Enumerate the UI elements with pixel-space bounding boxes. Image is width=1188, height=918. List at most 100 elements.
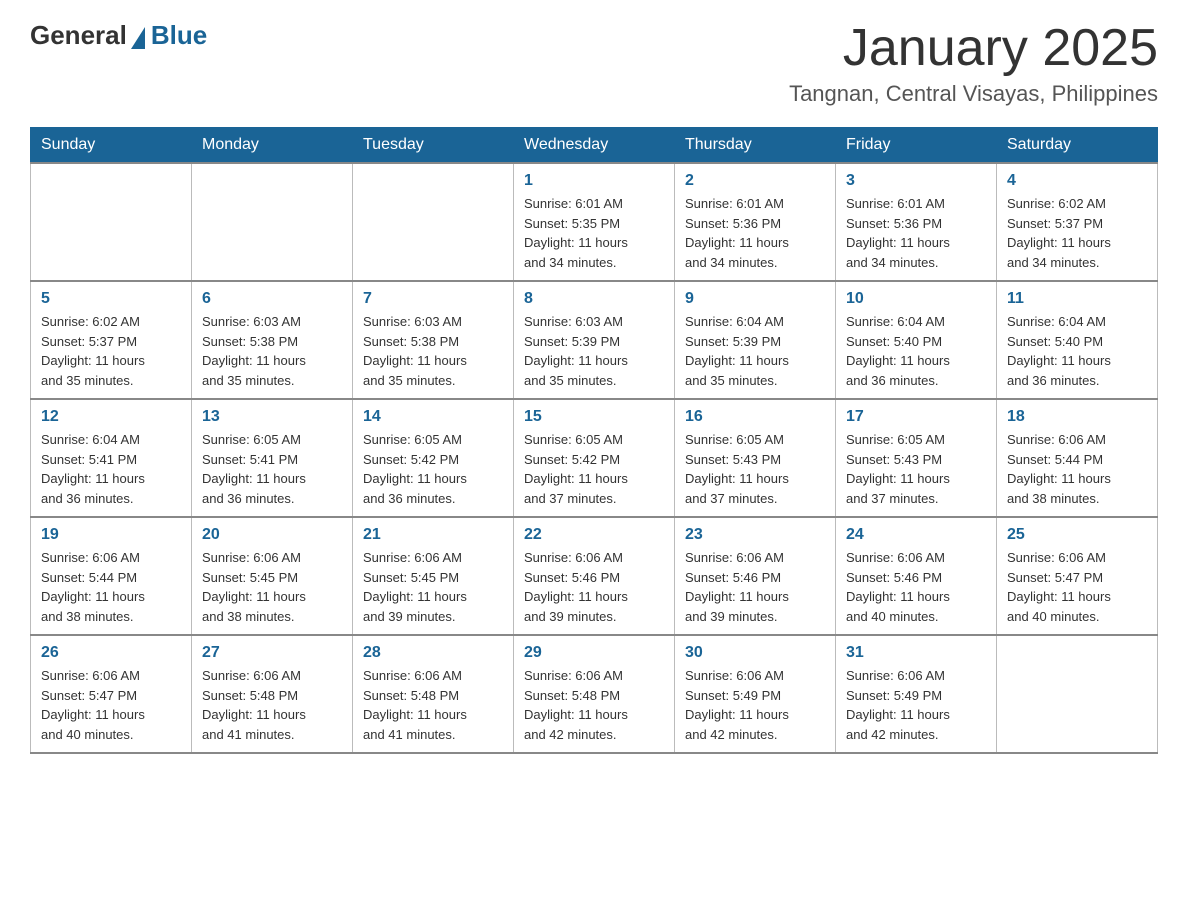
col-header-monday: Monday — [192, 128, 353, 164]
calendar-cell: 22 Sunrise: 6:06 AM Sunset: 5:46 PM Dayli… — [514, 517, 675, 635]
calendar-cell — [997, 635, 1158, 753]
calendar-cell: 3 Sunrise: 6:01 AM Sunset: 5:36 PM Daylig… — [836, 163, 997, 281]
day-info: Sunrise: 6:05 AM Sunset: 5:42 PM Dayligh… — [363, 430, 503, 508]
day-info: Sunrise: 6:05 AM Sunset: 5:41 PM Dayligh… — [202, 430, 342, 508]
day-number: 4 — [1007, 172, 1147, 190]
day-info: Sunrise: 6:01 AM Sunset: 5:36 PM Dayligh… — [685, 194, 825, 272]
col-header-friday: Friday — [836, 128, 997, 164]
week-row-5: 26Sunrise: 6:06 AM Sunset: 5:47 PM Dayli… — [31, 635, 1158, 753]
day-number: 21 — [363, 526, 503, 544]
title-block: January 2025 Tangnan, Central Visayas, P… — [789, 20, 1158, 107]
day-info: Sunrise: 6:06 AM Sunset: 5:46 PM Dayligh… — [846, 548, 986, 626]
day-number: 28 — [363, 644, 503, 662]
day-number: 15 — [524, 408, 664, 426]
day-number: 23 — [685, 526, 825, 544]
week-row-3: 12 Sunrise: 6:04 AM Sunset: 5:41 PM Dayli… — [31, 399, 1158, 517]
calendar-cell: 20 Sunrise: 6:06 AM Sunset: 5:45 PM Dayli… — [192, 517, 353, 635]
calendar-cell: 15 Sunrise: 6:05 AM Sunset: 5:42 PM Dayli… — [514, 399, 675, 517]
col-header-tuesday: Tuesday — [353, 128, 514, 164]
day-info: Sunrise: 6:06 AM Sunset: 5:48 PM Dayligh… — [524, 666, 664, 744]
day-number: 22 — [524, 526, 664, 544]
calendar-cell: 17Sunrise: 6:05 AM Sunset: 5:43 PM Dayli… — [836, 399, 997, 517]
calendar-cell: 5 Sunrise: 6:02 AM Sunset: 5:37 PM Daylig… — [31, 281, 192, 399]
day-info: Sunrise: 6:04 AM Sunset: 5:39 PM Dayligh… — [685, 312, 825, 390]
day-number: 20 — [202, 526, 342, 544]
day-info: Sunrise: 6:03 AM Sunset: 5:38 PM Dayligh… — [363, 312, 503, 390]
day-number: 13 — [202, 408, 342, 426]
day-number: 25 — [1007, 526, 1147, 544]
day-number: 8 — [524, 290, 664, 308]
day-number: 1 — [524, 172, 664, 190]
week-row-4: 19 Sunrise: 6:06 AM Sunset: 5:44 PM Dayli… — [31, 517, 1158, 635]
day-info: Sunrise: 6:01 AM Sunset: 5:35 PM Dayligh… — [524, 194, 664, 272]
day-number: 29 — [524, 644, 664, 662]
day-info: Sunrise: 6:06 AM Sunset: 5:47 PM Dayligh… — [1007, 548, 1147, 626]
calendar-cell: 14 Sunrise: 6:05 AM Sunset: 5:42 PM Dayli… — [353, 399, 514, 517]
logo: General Blue — [30, 20, 207, 51]
calendar-cell: 21 Sunrise: 6:06 AM Sunset: 5:45 PM Dayli… — [353, 517, 514, 635]
calendar-cell: 16 Sunrise: 6:05 AM Sunset: 5:43 PM Dayli… — [675, 399, 836, 517]
calendar-cell: 4 Sunrise: 6:02 AM Sunset: 5:37 PM Daylig… — [997, 163, 1158, 281]
day-number: 16 — [685, 408, 825, 426]
col-header-wednesday: Wednesday — [514, 128, 675, 164]
day-number: 30 — [685, 644, 825, 662]
week-row-1: 1 Sunrise: 6:01 AM Sunset: 5:35 PM Daylig… — [31, 163, 1158, 281]
day-info: Sunrise: 6:02 AM Sunset: 5:37 PM Dayligh… — [1007, 194, 1147, 272]
calendar-cell: 28Sunrise: 6:06 AM Sunset: 5:48 PM Dayli… — [353, 635, 514, 753]
calendar-table: SundayMondayTuesdayWednesdayThursdayFrid… — [30, 127, 1158, 754]
day-info: Sunrise: 6:06 AM Sunset: 5:45 PM Dayligh… — [363, 548, 503, 626]
day-info: Sunrise: 6:06 AM Sunset: 5:46 PM Dayligh… — [524, 548, 664, 626]
day-info: Sunrise: 6:05 AM Sunset: 5:42 PM Dayligh… — [524, 430, 664, 508]
calendar-cell: 8Sunrise: 6:03 AM Sunset: 5:39 PM Daylig… — [514, 281, 675, 399]
logo-blue-text: Blue — [151, 20, 207, 51]
day-number: 6 — [202, 290, 342, 308]
day-info: Sunrise: 6:03 AM Sunset: 5:38 PM Dayligh… — [202, 312, 342, 390]
day-number: 7 — [363, 290, 503, 308]
day-info: Sunrise: 6:06 AM Sunset: 5:44 PM Dayligh… — [1007, 430, 1147, 508]
day-number: 31 — [846, 644, 986, 662]
day-number: 17 — [846, 408, 986, 426]
day-number: 10 — [846, 290, 986, 308]
logo-general-text: General — [30, 20, 127, 51]
calendar-cell: 12 Sunrise: 6:04 AM Sunset: 5:41 PM Dayli… — [31, 399, 192, 517]
calendar-cell: 18Sunrise: 6:06 AM Sunset: 5:44 PM Dayli… — [997, 399, 1158, 517]
calendar-cell: 23 Sunrise: 6:06 AM Sunset: 5:46 PM Dayli… — [675, 517, 836, 635]
day-info: Sunrise: 6:06 AM Sunset: 5:45 PM Dayligh… — [202, 548, 342, 626]
calendar-cell: 7 Sunrise: 6:03 AM Sunset: 5:38 PM Daylig… — [353, 281, 514, 399]
day-number: 5 — [41, 290, 181, 308]
calendar-cell: 2Sunrise: 6:01 AM Sunset: 5:36 PM Daylig… — [675, 163, 836, 281]
col-header-thursday: Thursday — [675, 128, 836, 164]
day-info: Sunrise: 6:06 AM Sunset: 5:44 PM Dayligh… — [41, 548, 181, 626]
calendar-cell: 11 Sunrise: 6:04 AM Sunset: 5:40 PM Dayli… — [997, 281, 1158, 399]
day-info: Sunrise: 6:02 AM Sunset: 5:37 PM Dayligh… — [41, 312, 181, 390]
day-number: 14 — [363, 408, 503, 426]
col-header-saturday: Saturday — [997, 128, 1158, 164]
location-title: Tangnan, Central Visayas, Philippines — [789, 81, 1158, 107]
month-title: January 2025 — [789, 20, 1158, 77]
calendar-cell: 6 Sunrise: 6:03 AM Sunset: 5:38 PM Daylig… — [192, 281, 353, 399]
day-number: 3 — [846, 172, 986, 190]
calendar-header-row: SundayMondayTuesdayWednesdayThursdayFrid… — [31, 128, 1158, 164]
day-info: Sunrise: 6:05 AM Sunset: 5:43 PM Dayligh… — [685, 430, 825, 508]
logo-triangle-icon — [131, 27, 145, 49]
day-info: Sunrise: 6:04 AM Sunset: 5:40 PM Dayligh… — [1007, 312, 1147, 390]
day-number: 12 — [41, 408, 181, 426]
day-info: Sunrise: 6:04 AM Sunset: 5:41 PM Dayligh… — [41, 430, 181, 508]
page-header: General Blue January 2025 Tangnan, Centr… — [30, 20, 1158, 107]
day-info: Sunrise: 6:01 AM Sunset: 5:36 PM Dayligh… — [846, 194, 986, 272]
day-info: Sunrise: 6:04 AM Sunset: 5:40 PM Dayligh… — [846, 312, 986, 390]
day-number: 11 — [1007, 290, 1147, 308]
calendar-cell: 9Sunrise: 6:04 AM Sunset: 5:39 PM Daylig… — [675, 281, 836, 399]
calendar-cell: 26Sunrise: 6:06 AM Sunset: 5:47 PM Dayli… — [31, 635, 192, 753]
calendar-cell: 31Sunrise: 6:06 AM Sunset: 5:49 PM Dayli… — [836, 635, 997, 753]
day-number: 19 — [41, 526, 181, 544]
day-number: 27 — [202, 644, 342, 662]
day-info: Sunrise: 6:06 AM Sunset: 5:48 PM Dayligh… — [202, 666, 342, 744]
calendar-cell: 25 Sunrise: 6:06 AM Sunset: 5:47 PM Dayli… — [997, 517, 1158, 635]
day-info: Sunrise: 6:06 AM Sunset: 5:46 PM Dayligh… — [685, 548, 825, 626]
col-header-sunday: Sunday — [31, 128, 192, 164]
calendar-cell: 29 Sunrise: 6:06 AM Sunset: 5:48 PM Dayli… — [514, 635, 675, 753]
week-row-2: 5 Sunrise: 6:02 AM Sunset: 5:37 PM Daylig… — [31, 281, 1158, 399]
calendar-cell: 30Sunrise: 6:06 AM Sunset: 5:49 PM Dayli… — [675, 635, 836, 753]
calendar-cell: 19 Sunrise: 6:06 AM Sunset: 5:44 PM Dayli… — [31, 517, 192, 635]
